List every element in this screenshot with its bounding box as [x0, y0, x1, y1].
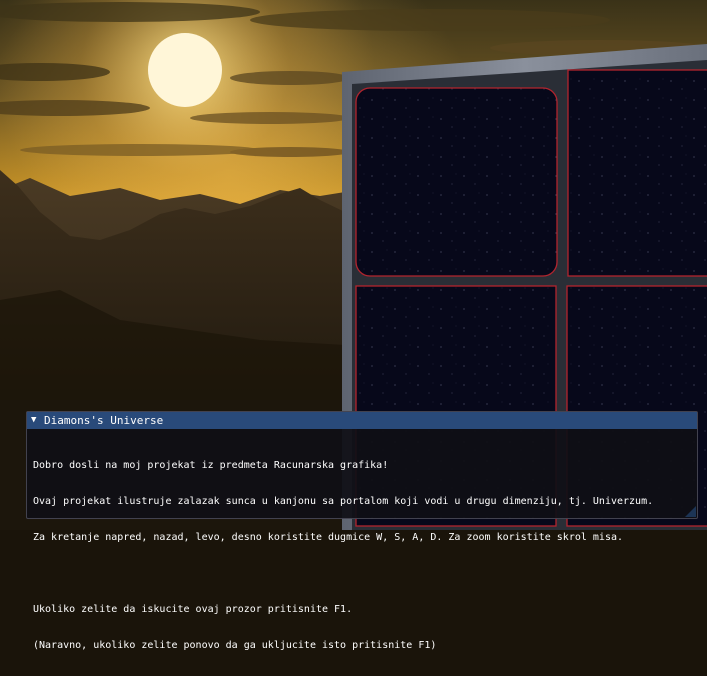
welcome-line: Dobro dosli na moj projekat iz predmeta … [33, 460, 389, 471]
portal-pane-top-left [355, 87, 558, 277]
window-title: Diamons's Universe [44, 414, 164, 427]
triangle-down-icon[interactable]: ▼ [31, 412, 43, 429]
info-window[interactable]: ▼ Diamons's Universe Dobro dosli na moj … [26, 411, 698, 651]
description-line: Ovaj projekat ilustruje zalazak sunca u … [33, 496, 654, 507]
hide-instruction-line: Ukoliko zelite da iskucite ovaj prozor p… [33, 604, 353, 615]
resize-grip-icon[interactable] [685, 506, 696, 517]
window-body: Dobro dosli na moj projekat iz predmeta … [27, 429, 697, 676]
controls-line: Za kretanje napred, nazad, levo, desno k… [33, 532, 624, 543]
window-title-bar[interactable]: ▼ Diamons's Universe [27, 412, 697, 429]
portal-pane-top-right [567, 69, 707, 277]
sun [148, 33, 222, 107]
show-instruction-line: (Naravno, ukoliko zelite ponovo da ga uk… [33, 640, 437, 651]
